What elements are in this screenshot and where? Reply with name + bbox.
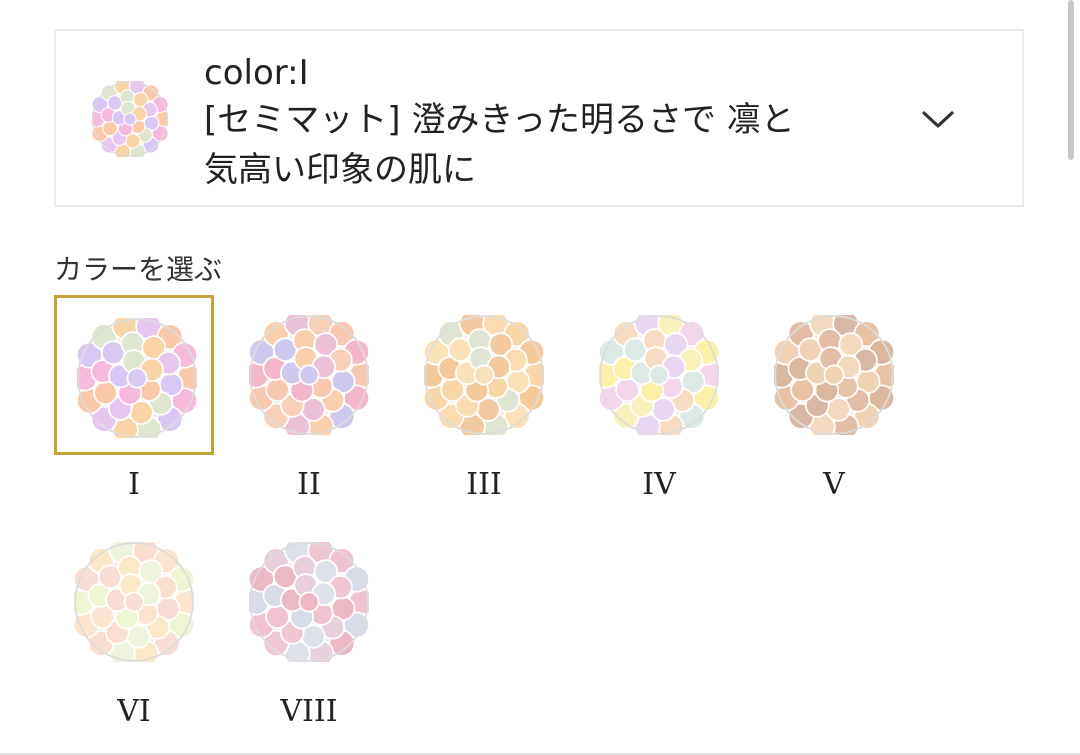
selected-color-description: [セミマット] 澄みきった明るさで 凛と 気高い印象の肌に — [204, 100, 795, 190]
color-label: III — [466, 467, 502, 502]
color-label: II — [297, 467, 321, 502]
color-label: IV — [642, 467, 676, 502]
color-swatch-i[interactable] — [54, 295, 214, 455]
powder-mosaic-image — [249, 315, 369, 435]
selected-color-swatch — [92, 81, 168, 157]
color-swatch-iv[interactable] — [579, 295, 739, 455]
color-label: VI — [117, 694, 151, 729]
scrollbar[interactable] — [1068, 0, 1074, 160]
section-title: カラーを選ぶ — [54, 253, 223, 286]
powder-mosaic-image — [774, 315, 894, 435]
color-label: I — [128, 467, 140, 502]
powder-mosaic-image — [74, 542, 194, 662]
powder-mosaic-image — [249, 542, 369, 662]
powder-mosaic-image — [77, 318, 197, 438]
color-swatch-ii[interactable] — [229, 295, 389, 455]
selected-color-text: color:I [セミマット] 澄みきった明るさで 凛と 気高い印象の肌に — [204, 51, 904, 195]
color-swatch-v[interactable] — [754, 295, 914, 455]
powder-mosaic-image — [424, 315, 544, 435]
powder-mosaic-image — [599, 315, 719, 435]
color-swatch-vi[interactable] — [54, 522, 214, 682]
selected-color-code: color:I — [204, 53, 309, 93]
chevron-down-icon[interactable] — [920, 105, 956, 133]
color-label: V — [823, 467, 845, 502]
color-label: VIII — [280, 694, 338, 729]
color-swatch-iii[interactable] — [404, 295, 564, 455]
color-swatch-viii[interactable] — [229, 522, 389, 682]
color-dropdown[interactable]: color:I [セミマット] 澄みきった明るさで 凛と 気高い印象の肌に — [54, 29, 1024, 207]
